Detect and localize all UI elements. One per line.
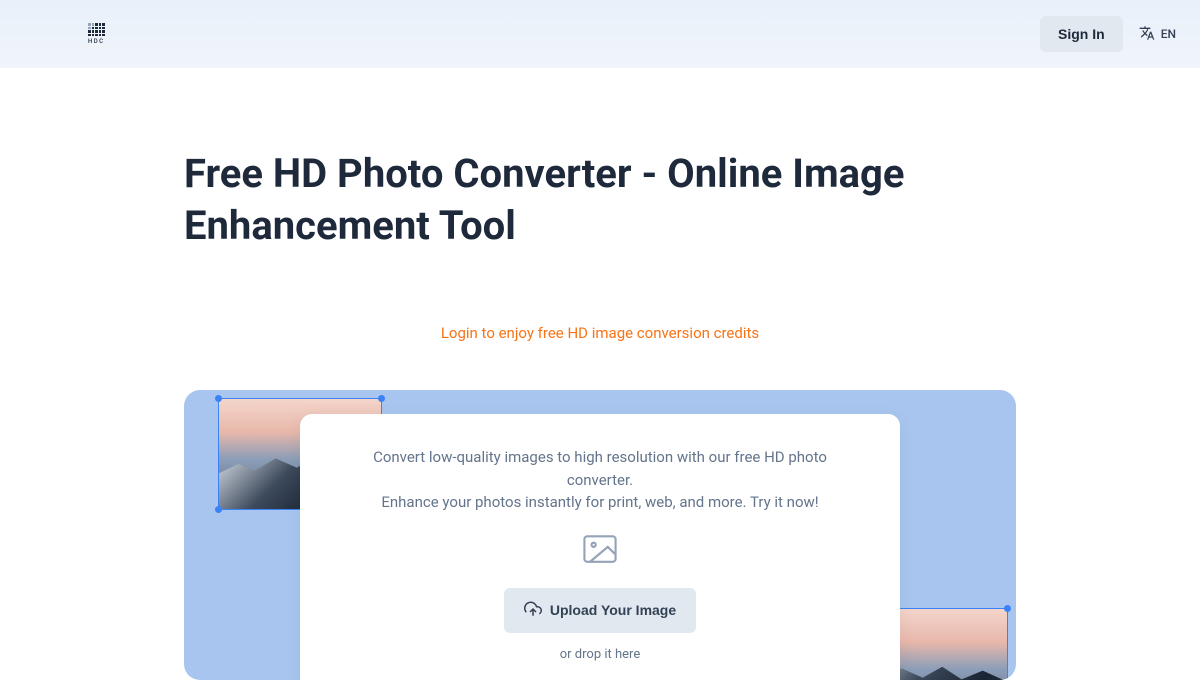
main-content: Free HD Photo Converter - Online Image E…	[0, 148, 1200, 680]
drop-text: or drop it here	[348, 647, 852, 662]
sign-in-button[interactable]: Sign In	[1040, 16, 1123, 52]
upload-description: Convert low-quality images to high resol…	[348, 446, 852, 514]
cloud-upload-icon	[524, 600, 542, 621]
header: HDC Sign In EN	[0, 0, 1200, 68]
login-prompt-link[interactable]: Login to enjoy free HD image conversion …	[184, 324, 1016, 342]
language-code: EN	[1161, 27, 1176, 41]
logo-icon	[88, 23, 105, 36]
header-actions: Sign In EN	[1040, 16, 1176, 52]
upload-button[interactable]: Upload Your Image	[504, 588, 696, 633]
upload-card[interactable]: Convert low-quality images to high resol…	[300, 414, 900, 680]
page-title: Free HD Photo Converter - Online Image E…	[184, 148, 1016, 252]
language-selector[interactable]: EN	[1139, 25, 1176, 44]
upload-button-label: Upload Your Image	[550, 602, 676, 618]
logo-text: HDC	[88, 38, 105, 45]
upload-section: Convert low-quality images to high resol…	[184, 390, 1016, 680]
image-placeholder-icon	[583, 534, 617, 568]
translate-icon	[1139, 25, 1155, 44]
logo[interactable]: HDC	[88, 23, 105, 45]
